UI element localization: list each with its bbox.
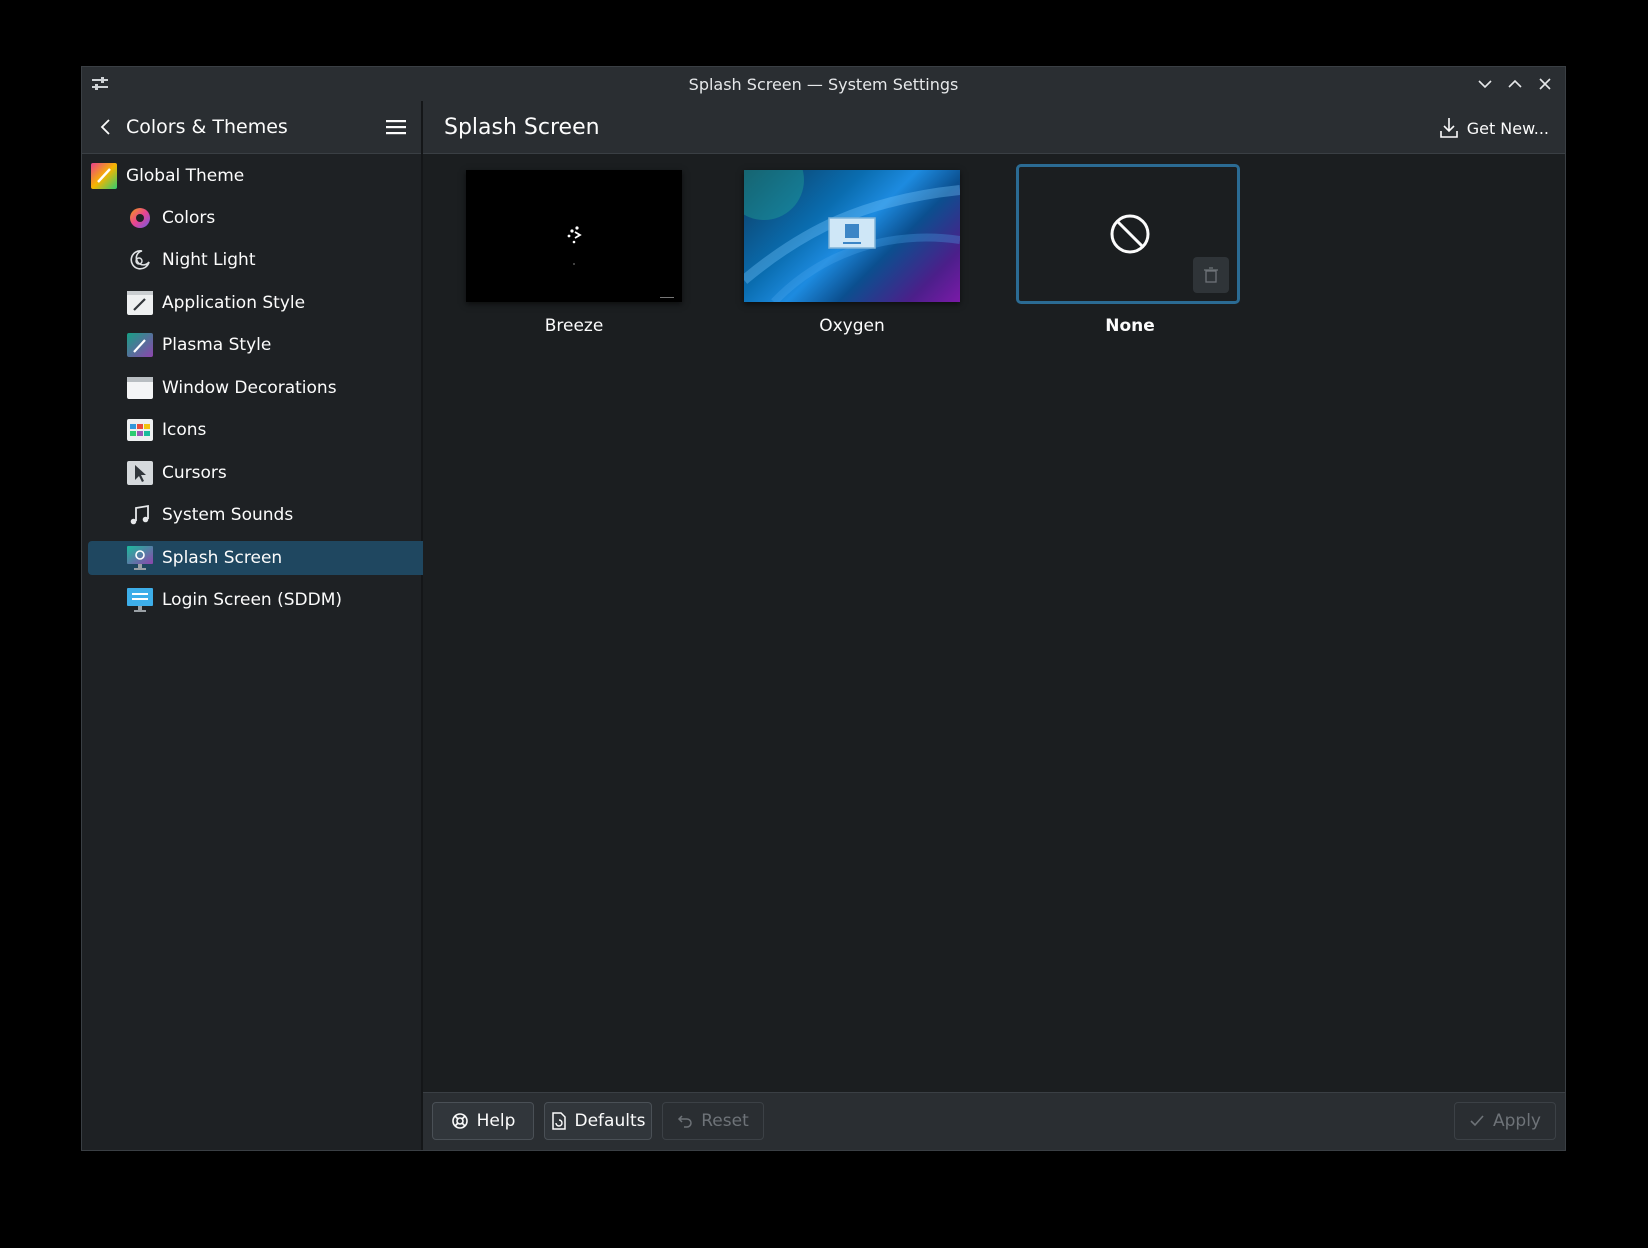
sidebar-item-label: Colors [162, 208, 216, 228]
checkmark-icon [1470, 1115, 1484, 1127]
close-button[interactable] [1533, 72, 1557, 96]
theme-name: None [1105, 316, 1155, 336]
chevron-down-icon [1478, 80, 1492, 89]
sidebar-item-icons[interactable]: Icons [88, 413, 453, 447]
system-settings-app-icon[interactable] [90, 74, 110, 94]
download-icon [1439, 118, 1458, 138]
reset-button[interactable]: Reset [662, 1102, 764, 1140]
defaults-button[interactable]: Defaults [544, 1102, 652, 1140]
sidebar-item-label: Night Light [162, 250, 256, 270]
system-settings-window: Splash Screen — System Settings Colors &… [81, 66, 1566, 1151]
application-style-icon [126, 289, 154, 317]
defaults-label: Defaults [574, 1111, 646, 1131]
help-label: Help [476, 1111, 516, 1131]
icons-icon [126, 416, 154, 444]
sidebar-item-label: Cursors [162, 463, 227, 483]
sidebar-item-label: Login Screen (SDDM) [162, 590, 343, 610]
login-screen-icon [126, 586, 154, 614]
oxygen-preview [724, 140, 961, 305]
sidebar-item-splash-screen[interactable]: Splash Screen [88, 541, 453, 575]
theme-tile-none[interactable]: None [1016, 164, 1244, 342]
sidebar-title: Colors & Themes [126, 116, 288, 138]
sidebar-item-plasma-style[interactable]: Plasma Style [88, 328, 453, 362]
sidebar-item-application-style[interactable]: Application Style [88, 286, 453, 320]
sidebar-item-label: Plasma Style [162, 335, 272, 355]
splash-screen-icon [126, 544, 154, 572]
splash-theme-grid: Breeze Oxygen None [423, 140, 1565, 1092]
minimize-button[interactable] [1473, 72, 1497, 96]
plasma-style-icon [126, 331, 154, 359]
hamburger-menu-icon [386, 120, 406, 135]
sidebar-item-system-sounds[interactable]: System Sounds [88, 498, 453, 532]
sidebar-item-colors[interactable]: Colors [88, 201, 453, 235]
page-header: Splash Screen Get New... [423, 101, 1565, 154]
sidebar-item-window-decorations[interactable]: Window Decorations [88, 371, 453, 405]
global-theme-icon [90, 162, 118, 190]
sidebar-item-cursors[interactable]: Cursors [88, 456, 453, 490]
chevron-left-icon [100, 119, 110, 135]
sidebar-item-label: System Sounds [162, 505, 294, 525]
sidebar-item-label: Application Style [162, 293, 306, 313]
night-light-icon [126, 246, 154, 274]
trash-icon [1204, 267, 1218, 283]
undo-icon [678, 1115, 692, 1128]
help-lifebuoy-icon [451, 1113, 468, 1129]
close-icon [1539, 78, 1551, 90]
window-title: Splash Screen — System Settings [688, 74, 959, 94]
sidebar-item-login-screen[interactable]: Login Screen (SDDM) [88, 583, 453, 617]
sidebar-item-label: Global Theme [126, 166, 245, 186]
footer-bar: Help Defaults Reset Apply [423, 1092, 1565, 1150]
colors-icon [126, 204, 154, 232]
theme-name: Oxygen [819, 316, 885, 336]
theme-name: Breeze [544, 316, 604, 336]
document-defaults-icon [551, 1112, 566, 1130]
sidebar-header: Colors & Themes [82, 101, 421, 154]
theme-tile-oxygen[interactable]: Oxygen [724, 140, 966, 342]
cursors-icon [126, 459, 154, 487]
music-note-icon [126, 501, 154, 529]
maximize-button[interactable] [1503, 72, 1527, 96]
sidebar-item-label: Window Decorations [162, 378, 337, 398]
chevron-up-icon [1508, 79, 1522, 88]
back-button[interactable] [94, 115, 118, 139]
delete-theme-button[interactable] [1193, 257, 1229, 293]
apply-label: Apply [1493, 1111, 1541, 1131]
window-decorations-icon [126, 374, 154, 402]
theme-tile-breeze[interactable]: Breeze [460, 164, 688, 342]
sidebar-item-global-theme[interactable]: Global Theme [88, 159, 415, 193]
get-new-button[interactable]: Get New... [1439, 114, 1549, 142]
get-new-label: Get New... [1466, 118, 1549, 138]
none-preview [1016, 164, 1240, 304]
sidebar-item-label: Splash Screen [162, 548, 283, 568]
title-bar: Splash Screen — System Settings [82, 67, 1565, 101]
reset-label: Reset [701, 1111, 749, 1131]
page-title: Splash Screen [444, 115, 600, 140]
sidebar: Global Theme Colors Night Light Applicat… [82, 154, 453, 1150]
hamburger-menu-button[interactable] [383, 115, 409, 139]
help-button[interactable]: Help [432, 1102, 534, 1140]
sidebar-item-label: Icons [162, 420, 207, 440]
sidebar-item-night-light[interactable]: Night Light [88, 243, 453, 277]
no-entry-icon [1110, 214, 1150, 254]
breeze-preview [466, 170, 682, 302]
apply-button[interactable]: Apply [1454, 1102, 1556, 1140]
